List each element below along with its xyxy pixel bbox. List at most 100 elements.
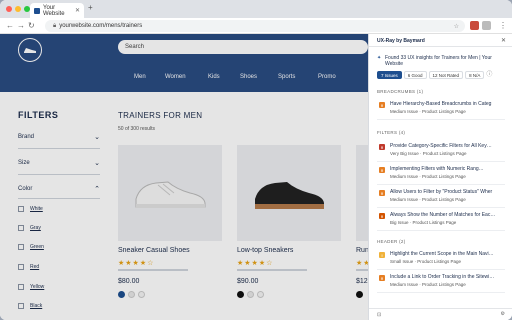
swatch-black[interactable] — [237, 291, 244, 298]
chevron-up-icon: ⌃ — [94, 186, 100, 193]
bookmark-star-icon[interactable]: ☆ — [454, 23, 459, 30]
minimize-window-dot[interactable] — [15, 6, 21, 12]
info-icon[interactable]: ⓘ — [486, 71, 492, 79]
product-price: $90.00 — [237, 278, 259, 285]
browser-tab[interactable]: Your Website ✕ — [30, 3, 84, 18]
facet-brand[interactable]: Brand ⌄ — [18, 134, 100, 141]
color-option-white[interactable]: White — [18, 205, 78, 213]
panel-footer: ⊡ ⚙ — [369, 308, 512, 320]
color-option-gray[interactable]: Gray — [18, 224, 78, 232]
nav-item-women[interactable]: Women — [165, 74, 186, 80]
checkbox[interactable] — [18, 284, 24, 290]
swatch-light[interactable] — [128, 291, 135, 298]
issue-meta: Very Big Issue · Product Listings Page — [390, 151, 467, 156]
checkbox[interactable] — [18, 244, 24, 250]
tab-close-icon[interactable]: ✕ — [75, 7, 80, 14]
issue-item[interactable]: !! Have Hierarchy-Based Breadcrumbs in C… — [377, 100, 505, 120]
status-filter-chips: 7 Issues 6 Good 12 Not Rated 8 N/A ⓘ — [377, 71, 492, 79]
chip-issues[interactable]: 7 Issues — [377, 71, 402, 79]
issue-meta: Small Issue · Product Listings Page — [390, 259, 462, 264]
site-header: Search Men Women Kids Shoes Sports Promo — [0, 34, 368, 92]
address-bar[interactable]: 🔒︎ yourwebsite.com/mens/trainers ☆ — [45, 20, 465, 32]
swatch-navy[interactable] — [118, 291, 125, 298]
nav-item-shoes[interactable]: Shoes — [240, 74, 257, 80]
severity-very-big-icon: !! — [379, 144, 385, 150]
panel-summary: ✦ Found 33 UX insights for Trainers for … — [377, 55, 501, 67]
new-tab-icon[interactable]: + — [88, 3, 93, 12]
extensions-puzzle-icon[interactable] — [482, 21, 491, 30]
product-price: $80.00 — [118, 278, 140, 285]
checkbox[interactable] — [18, 206, 24, 212]
facet-color[interactable]: Color ⌃ — [18, 186, 100, 193]
browser-menu-icon[interactable]: ⋮ — [499, 21, 507, 31]
severity-big-icon: !! — [379, 213, 385, 219]
issue-item[interactable]: !! Provide Category-Specific Filters for… — [377, 142, 505, 162]
forward-arrow-icon[interactable]: → — [17, 21, 25, 31]
chip-good[interactable]: 6 Good — [403, 71, 427, 79]
product-name[interactable]: Low-top Sneakers — [237, 247, 341, 254]
issue-item[interactable]: !! Allow Users to Filter by "Product Sta… — [377, 188, 505, 208]
product-card[interactable]: Low-top Sneakers ★★★★☆ $90.00 — [237, 145, 341, 298]
gear-icon[interactable]: ⚙ — [501, 311, 505, 317]
product-image[interactable] — [237, 145, 341, 241]
ux-ray-extension-icon[interactable] — [470, 21, 479, 30]
panel-header: UX-Ray by Baymard ✕ — [369, 34, 512, 47]
issue-item[interactable]: !! Include a Link to Order Tracking in t… — [377, 273, 505, 293]
color-option-yellow[interactable]: Yellow — [18, 283, 78, 291]
color-label: Gray — [30, 225, 41, 231]
tab-title: Your Website — [43, 4, 65, 17]
search-input[interactable]: Search — [118, 40, 368, 54]
issue-title: Provide Category-Specific Filters for Al… — [390, 143, 492, 149]
swatch-black[interactable] — [356, 291, 363, 298]
color-option-red[interactable]: Red — [18, 263, 78, 271]
product-card[interactable]: Sneaker Casual Shoes ★★★★☆ $80.00 — [118, 145, 222, 298]
checkbox[interactable] — [18, 303, 24, 309]
site-favicon-icon — [34, 7, 40, 14]
severity-medium-icon: !! — [379, 190, 385, 196]
facet-size[interactable]: Size ⌄ — [18, 160, 100, 167]
issue-item[interactable]: ! Highlight the Current Scope in the Mai… — [377, 250, 505, 270]
color-option-black[interactable]: Black — [18, 302, 78, 310]
product-image[interactable] — [118, 145, 222, 241]
swatch-white[interactable] — [138, 291, 145, 298]
issue-meta: Medium Issue · Product Listings Page — [390, 197, 466, 202]
swatch-light[interactable] — [247, 291, 254, 298]
nav-item-men[interactable]: Men — [134, 74, 146, 80]
severity-medium-icon: !! — [379, 102, 385, 108]
close-icon[interactable]: ✕ — [501, 37, 506, 44]
color-swatches — [118, 291, 222, 298]
divider — [18, 174, 100, 175]
checkbox[interactable] — [18, 225, 24, 231]
close-window-dot[interactable] — [6, 6, 12, 12]
nav-item-promo[interactable]: Promo — [318, 74, 336, 80]
issue-title: Always Show the Number of Matches for Ea… — [390, 212, 496, 218]
black-sneaker-image — [255, 182, 324, 209]
reload-icon[interactable]: ↻ — [28, 21, 35, 31]
issue-item[interactable]: !! Implementing Filters with Numeric Ran… — [377, 165, 505, 185]
back-arrow-icon[interactable]: ← — [6, 21, 14, 31]
issue-title: Include a Link to Order Tracking in the … — [390, 274, 495, 280]
issue-meta: Medium Issue · Product Listings Page — [390, 282, 466, 287]
nav-item-kids[interactable]: Kids — [208, 74, 220, 80]
product-name[interactable]: Sneaker Casual Shoes — [118, 247, 222, 254]
nav-item-sports[interactable]: Sports — [278, 74, 295, 80]
layout-icon[interactable]: ⊡ — [377, 312, 381, 318]
section-filters: FILTERS (4) — [377, 130, 406, 135]
checkbox[interactable] — [18, 264, 24, 270]
rating-stars: ★★★★☆ — [237, 260, 274, 267]
severity-medium-icon: !! — [379, 167, 385, 173]
swatch-white[interactable] — [257, 291, 264, 298]
shoe-logo-icon[interactable] — [18, 38, 42, 62]
chip-na[interactable]: 8 N/A — [465, 71, 485, 79]
chip-not-rated[interactable]: 12 Not Rated — [428, 71, 464, 79]
rating-bar — [237, 269, 307, 271]
webpage: Search Men Women Kids Shoes Sports Promo… — [0, 34, 512, 320]
result-count: 50 of 300 results — [118, 126, 155, 132]
color-swatches — [237, 291, 341, 298]
section-header: HEADER (2) — [377, 239, 406, 244]
color-option-green[interactable]: Green — [18, 243, 78, 251]
issue-meta: Medium Issue · Product Listings Page — [390, 109, 466, 114]
issue-item[interactable]: !! Always Show the Number of Matches for… — [377, 211, 505, 231]
address-toolbar: ← → ↻ 🔒︎ yourwebsite.com/mens/trainers ☆… — [0, 18, 512, 34]
url-text: yourwebsite.com/mens/trainers — [59, 23, 143, 29]
